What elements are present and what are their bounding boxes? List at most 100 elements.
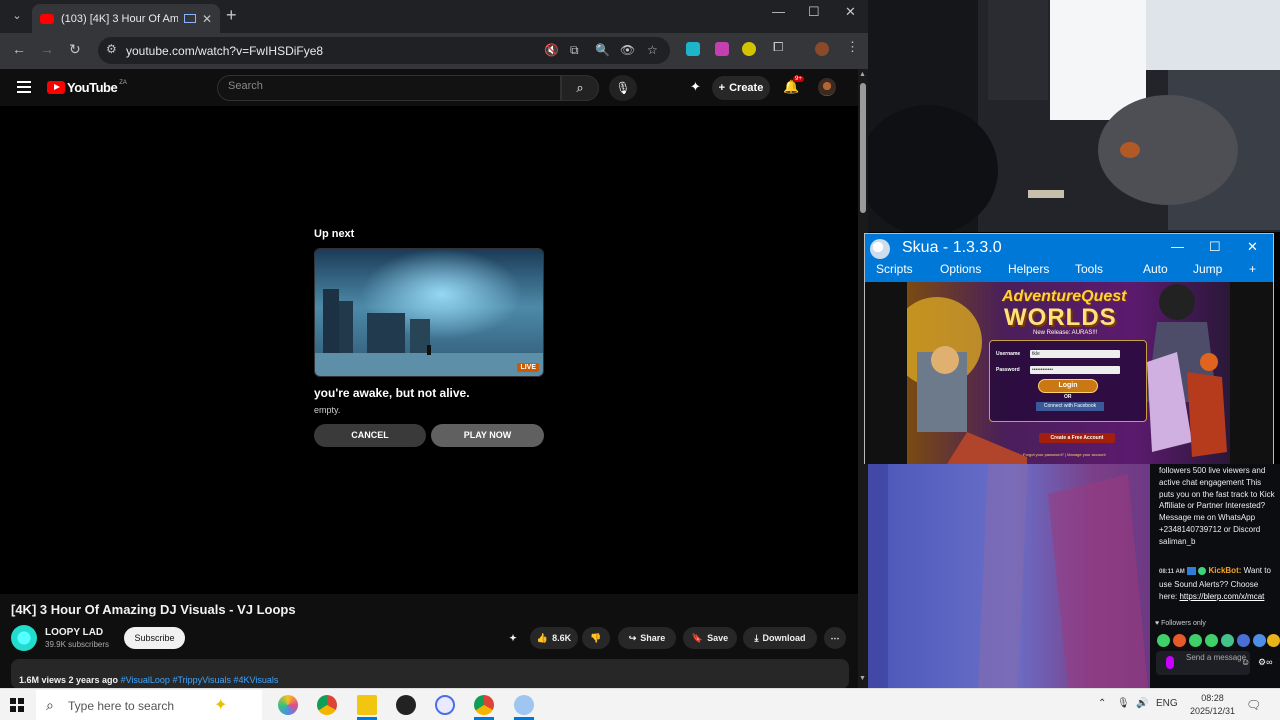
play-now-button[interactable]: PLAY NOW [431,424,544,447]
skua-taskbar-icon[interactable] [514,695,534,715]
description-box[interactable]: 1.6M views 2 years ago #VisualLoop #Trip… [11,659,849,689]
game-area[interactable]: AdventureQuest WORLDS New Release: AURAS… [865,282,1273,464]
profile-avatar[interactable] [815,42,829,56]
extensions-puzzle-icon[interactable]: ⧠ [773,39,787,54]
emote-3-icon[interactable] [1189,634,1202,647]
like-button[interactable]: 👍 8.6K [530,627,578,649]
menu-icon[interactable] [17,81,31,96]
search-button[interactable]: ⌕ [561,75,599,101]
up-next-title[interactable]: you're awake, but not alive. [314,386,470,400]
file-explorer-icon[interactable] [357,695,377,715]
account-avatar[interactable] [818,78,836,96]
tab-search-button[interactable]: ⌄ [6,6,28,26]
video-tags[interactable]: #VisualLoop #TrippyVisuals #4KVisuals [121,675,279,685]
minimize-button[interactable]: — [772,4,785,19]
maximize-button[interactable]: ☐ [808,4,820,20]
address-bar[interactable]: ⚙ youtube.com/watch?v=FwIHSDiFye8 🔇 ⧉ 🔍 … [98,37,670,64]
skua-menu-scripts[interactable]: Scripts [876,262,913,276]
skua-menu-auto[interactable]: Auto [1143,262,1168,276]
site-info-icon[interactable]: ⚙ [106,42,117,56]
copilot-icon[interactable] [278,695,298,715]
chat-username[interactable]: KickBot: [1209,566,1242,575]
reload-icon[interactable]: ↻ [69,41,81,58]
skua-close-button[interactable]: ✕ [1247,239,1258,255]
youtube-logo[interactable]: YouTube ZA [47,80,127,95]
search-highlight-icon[interactable]: ✦ [214,695,227,715]
skua-minimize-button[interactable]: — [1171,239,1184,254]
skua-maximize-button[interactable]: ☐ [1209,239,1221,255]
chat-input[interactable]: Send a message [1156,651,1250,675]
emote-7-icon[interactable] [1253,634,1266,647]
emote-1-icon[interactable] [1157,634,1170,647]
skua-menu-jump[interactable]: Jump [1193,262,1222,276]
bookmark-star-icon[interactable]: ☆ [647,43,658,57]
zoom-icon[interactable]: 🔍 [595,43,610,57]
skua-menu-add[interactable]: + [1249,262,1256,276]
subscribe-button[interactable]: Subscribe [124,627,185,649]
microphone-icon[interactable] [1166,656,1174,669]
taskbar-search[interactable]: ⌕ Type here to search ✦ [36,690,262,720]
url-text[interactable]: youtube.com/watch?v=FwIHSDiFye8 [126,44,323,58]
dislike-button[interactable]: 👎 [582,627,610,649]
snipping-tool-icon[interactable] [435,695,455,715]
search-input[interactable] [228,80,548,92]
language-indicator[interactable]: ENG [1156,698,1178,709]
desktop: ⌄ (103) [4K] 3 Hour Of Amazi ✕ + — ☐ ✕ ←… [0,0,1280,720]
stream-chat: followers 500 live viewers and active ch… [1150,464,1280,688]
chrome-profile-icon[interactable] [474,695,494,715]
chat-settings-icon[interactable]: ⚙∞ [1258,657,1272,668]
password-field[interactable]: •••••••••••• [1030,366,1120,374]
skua-menu-helpers[interactable]: Helpers [1008,262,1049,276]
cast-tab-icon[interactable]: ⧉ [570,43,579,58]
channel-avatar[interactable] [11,625,37,651]
more-actions-button[interactable]: ⋯ [824,627,846,649]
skua-menu-tools[interactable]: Tools [1075,262,1103,276]
ask-ai-icon[interactable]: ✦ [503,627,523,649]
emote-8-icon[interactable] [1267,634,1280,647]
create-button[interactable]: + Create [712,76,770,100]
emote-6-icon[interactable] [1237,634,1250,647]
back-icon[interactable]: ← [12,41,26,57]
channel-name[interactable]: LOOPY LAD [45,627,103,638]
system-clock[interactable]: 08:28 2025/12/31 [1190,692,1235,718]
scroll-up-icon[interactable]: ▲ [859,71,866,78]
muted-icon[interactable]: 🔇 [544,43,559,57]
chat-link[interactable]: https://blerp.com/x/mcat [1179,592,1264,601]
voice-search-icon[interactable]: 🎙 [609,75,637,101]
new-tab-button[interactable]: + [226,5,237,26]
emote-5-icon[interactable] [1221,634,1234,647]
forward-icon[interactable]: → [40,41,54,57]
create-account-button[interactable]: Create a Free Account [1039,433,1115,443]
up-next-thumbnail[interactable]: LIVE [314,248,544,377]
app-dark-icon[interactable] [396,695,416,715]
show-hidden-icons-icon[interactable]: ⌃ [1098,698,1106,709]
emote-4-icon[interactable] [1205,634,1218,647]
browser-tab-youtube[interactable]: (103) [4K] 3 Hour Of Amazi ✕ [32,4,220,33]
extension-coin-icon[interactable] [742,42,756,56]
notifications-icon[interactable]: 🗨 [1246,698,1261,712]
windows-start-icon[interactable] [10,698,24,712]
login-button[interactable]: Login [1038,379,1098,393]
extension-photo-icon[interactable] [715,42,729,56]
volume-icon[interactable]: 🔊 [1136,698,1148,709]
chrome-menu-icon[interactable]: ⋮ [846,39,860,54]
scroll-down-icon[interactable]: ▼ [859,675,866,682]
share-button[interactable]: ↪ Share [618,627,676,649]
scrollbar-thumb[interactable] [860,83,866,213]
tab-close-icon[interactable]: ✕ [202,12,212,26]
sparkle-icon[interactable]: ✦ [690,79,701,95]
username-field[interactable]: tkle [1030,350,1120,358]
tracking-protection-icon[interactable]: 👁 [620,43,635,57]
download-button[interactable]: ⤓ Download [743,627,817,649]
account-links[interactable]: Forgot your password? | Manage your acco… [1023,452,1106,457]
extension-translate-icon[interactable] [686,42,700,56]
save-button[interactable]: 🔖 Save [683,627,737,649]
chrome-icon[interactable] [317,695,337,715]
emote-picker-icon[interactable]: ☺ [1241,657,1250,667]
skua-menu-options[interactable]: Options [940,262,981,276]
microphone-tray-icon[interactable]: 🎙 [1117,698,1130,709]
cancel-button[interactable]: CANCEL [314,424,426,447]
close-button[interactable]: ✕ [845,4,856,20]
emote-2-icon[interactable] [1173,634,1186,647]
facebook-login-button[interactable]: Connect with Facebook [1036,402,1104,411]
